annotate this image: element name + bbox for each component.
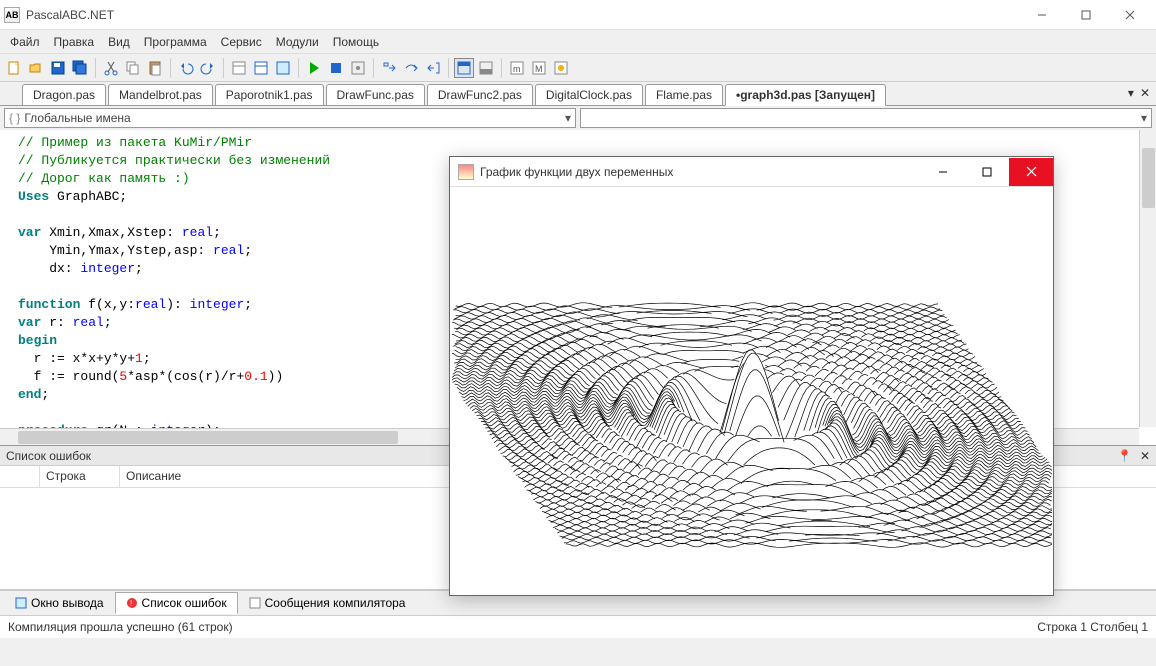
scope-combo[interactable]: { } Глобальные имена ▾ [4, 108, 576, 128]
svg-text:M: M [535, 64, 543, 74]
braces-icon: { } [9, 111, 20, 125]
tab-digitalclock[interactable]: DigitalClock.pas [535, 84, 643, 105]
error-col-line[interactable]: Строка [40, 466, 120, 487]
svg-text:m: m [513, 64, 521, 74]
tab-mandelbrot[interactable]: Mandelbrot.pas [108, 84, 213, 105]
properties-icon[interactable] [229, 58, 249, 78]
tab-paporotnik[interactable]: Paporotnik1.pas [215, 84, 324, 105]
app-logo-icon: AB [4, 7, 20, 23]
tab-bar: Dragon.pas Mandelbrot.pas Paporotnik1.pa… [0, 82, 1156, 106]
menu-bar: Файл Правка Вид Программа Сервис Модули … [0, 30, 1156, 54]
tab-close-icon[interactable]: ✕ [1140, 86, 1150, 100]
scrollbar-thumb[interactable] [18, 431, 398, 444]
chevron-down-icon: ▾ [565, 111, 571, 125]
form-icon[interactable] [273, 58, 293, 78]
child-title-bar[interactable]: График функции двух переменных [450, 157, 1053, 187]
module-1-icon[interactable]: m [507, 58, 527, 78]
status-bar: Компиляция прошла успешно (61 строк) Стр… [0, 616, 1156, 638]
copy-icon[interactable] [123, 58, 143, 78]
tab-flame[interactable]: Flame.pas [645, 84, 723, 105]
child-close-button[interactable] [1009, 158, 1053, 186]
toggle-panel-2-icon[interactable] [476, 58, 496, 78]
tab-drawfunc2[interactable]: DrawFunc2.pas [427, 84, 533, 105]
window-title: PascalABC.NET [26, 8, 114, 22]
pin-icon[interactable]: 📍 [1117, 449, 1132, 463]
tab-graph3d-active[interactable]: •graph3d.pas [Запущен] [725, 84, 886, 106]
panel-close-icon[interactable]: ✕ [1140, 449, 1150, 463]
undo-icon[interactable] [176, 58, 196, 78]
navigation-combo-bar: { } Глобальные имена ▾ ▾ [0, 106, 1156, 130]
graph-canvas [452, 189, 1051, 593]
stop-icon[interactable] [326, 58, 346, 78]
settings-icon[interactable] [348, 58, 368, 78]
svg-text:!: ! [130, 599, 132, 608]
child-minimize-button[interactable] [921, 158, 965, 186]
open-file-icon[interactable] [26, 58, 46, 78]
save-all-icon[interactable] [70, 58, 90, 78]
minimize-button[interactable] [1020, 1, 1064, 29]
run-icon[interactable] [304, 58, 324, 78]
menu-file[interactable]: Файл [10, 35, 40, 49]
menu-modules[interactable]: Модули [276, 35, 319, 49]
menu-help[interactable]: Помощь [333, 35, 379, 49]
vertical-scrollbar[interactable] [1139, 130, 1156, 427]
tab-drawfunc[interactable]: DrawFunc.pas [326, 84, 425, 105]
toggle-panel-1-icon[interactable] [454, 58, 474, 78]
scrollbar-thumb[interactable] [1142, 148, 1155, 208]
member-combo[interactable]: ▾ [580, 108, 1152, 128]
bottom-tab-errors[interactable]: !Список ошибок [115, 592, 238, 614]
cut-icon[interactable] [101, 58, 121, 78]
child-window-title: График функции двух переменных [480, 165, 673, 179]
save-icon[interactable] [48, 58, 68, 78]
scope-label: Глобальные имена [24, 111, 130, 125]
new-file-icon[interactable] [4, 58, 24, 78]
chevron-down-icon: ▾ [1141, 111, 1147, 125]
bottom-tab-compiler[interactable]: Сообщения компилятора [238, 592, 417, 614]
error-col-blank[interactable] [0, 466, 40, 487]
close-button[interactable] [1108, 1, 1152, 29]
title-bar: AB PascalABC.NET [0, 0, 1156, 30]
status-compile: Компиляция прошла успешно (61 строк) [8, 620, 233, 634]
step-over-icon[interactable] [401, 58, 421, 78]
module-2-icon[interactable]: M [529, 58, 549, 78]
status-cursor: Строка 1 Столбец 1 [1037, 620, 1148, 634]
window-buttons [1020, 1, 1152, 29]
redo-icon[interactable] [198, 58, 218, 78]
child-maximize-button[interactable] [965, 158, 1009, 186]
step-out-icon[interactable] [423, 58, 443, 78]
child-window-graph3d[interactable]: График функции двух переменных [449, 156, 1054, 596]
tab-menu-icon[interactable]: ▾ [1128, 86, 1134, 100]
menu-program[interactable]: Программа [144, 35, 207, 49]
module-3-icon[interactable] [551, 58, 571, 78]
form-icon [458, 164, 474, 180]
tab-dragon[interactable]: Dragon.pas [22, 84, 106, 105]
menu-service[interactable]: Сервис [221, 35, 262, 49]
properties2-icon[interactable] [251, 58, 271, 78]
step-into-icon[interactable] [379, 58, 399, 78]
menu-edit[interactable]: Правка [54, 35, 95, 49]
toolbar: m M [0, 54, 1156, 82]
paste-icon[interactable] [145, 58, 165, 78]
menu-view[interactable]: Вид [108, 35, 130, 49]
error-panel-label: Список ошибок [6, 449, 91, 463]
maximize-button[interactable] [1064, 1, 1108, 29]
bottom-tab-output[interactable]: Окно вывода [4, 592, 115, 614]
